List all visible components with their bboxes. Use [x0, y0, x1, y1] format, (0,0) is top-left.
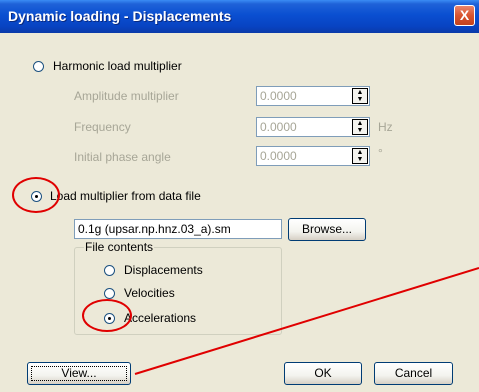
annotation-arrow-line	[134, 267, 479, 375]
